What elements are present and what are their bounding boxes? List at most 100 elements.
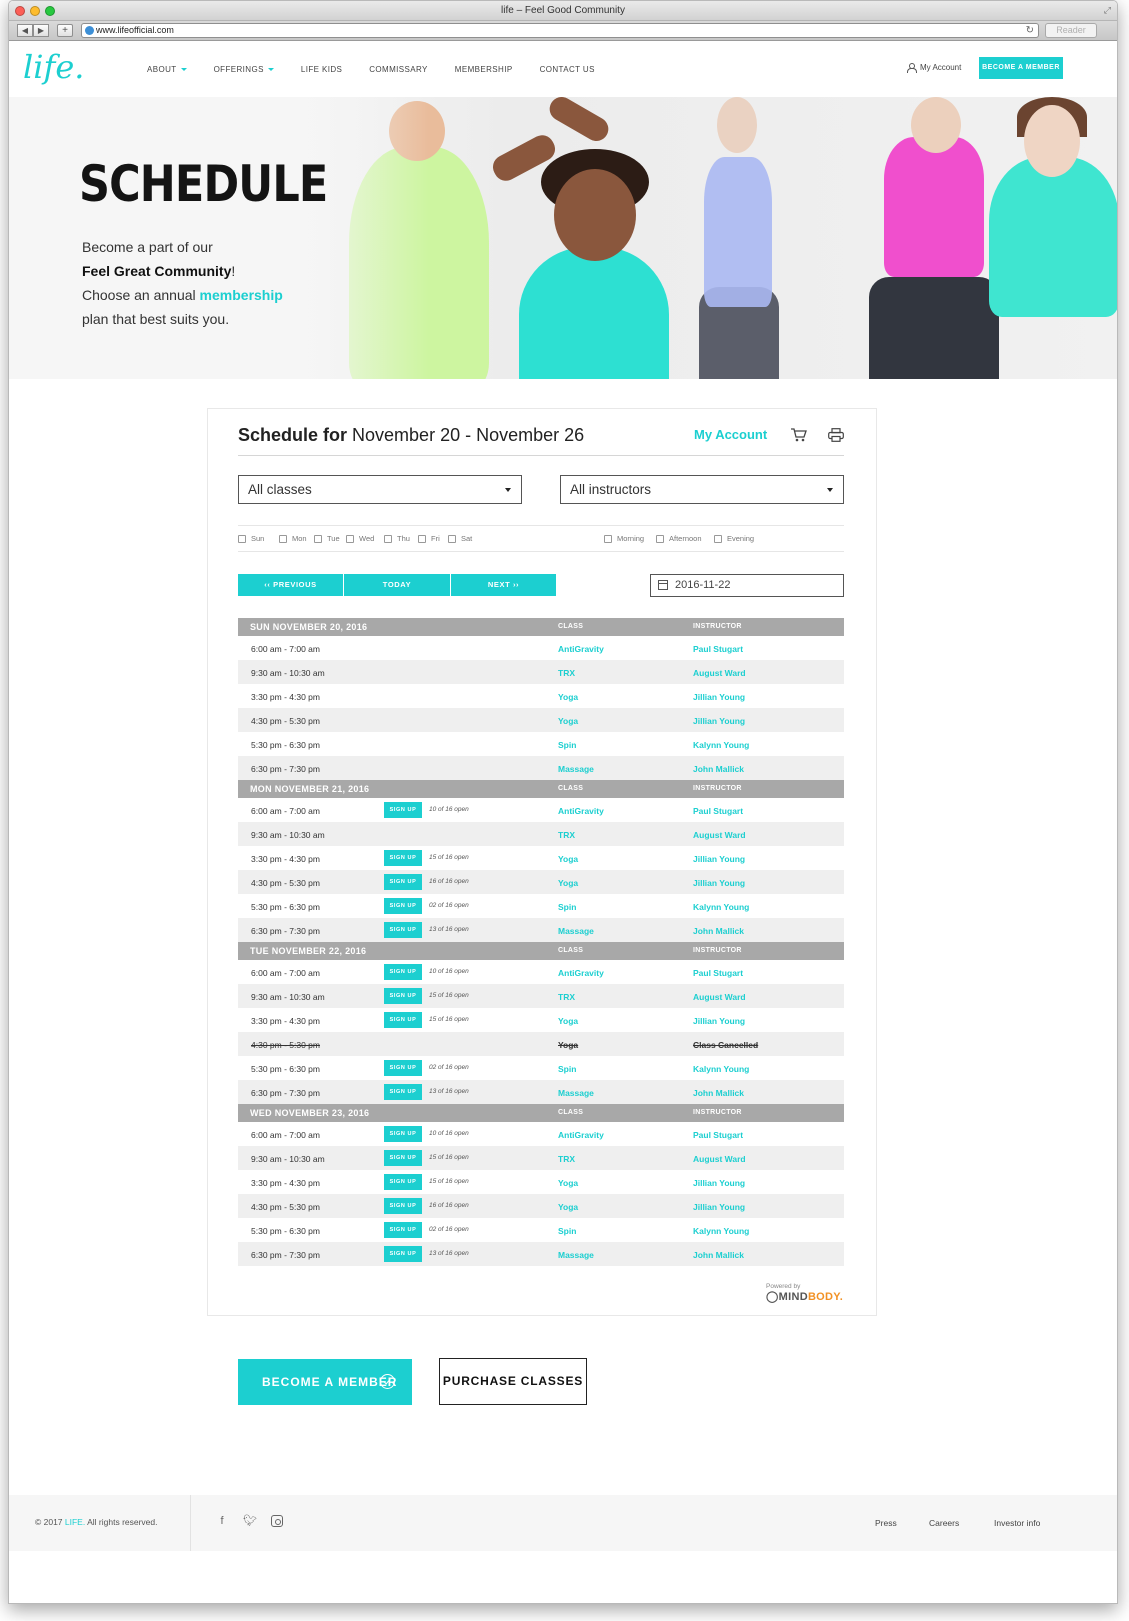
- class-name-link[interactable]: Yoga: [558, 716, 578, 726]
- sign-up-button[interactable]: SIGN UP: [384, 898, 422, 914]
- instructor-link[interactable]: John Mallick: [693, 1250, 744, 1260]
- footer-link-press[interactable]: Press: [875, 1518, 897, 1528]
- class-name-link[interactable]: Spin: [558, 1064, 576, 1074]
- class-name-link[interactable]: Yoga: [558, 1202, 578, 1212]
- become-member-button[interactable]: BECOME A MEMBER: [238, 1359, 412, 1405]
- forward-icon[interactable]: ▶: [33, 24, 49, 37]
- instructor-link[interactable]: Jillian Young: [693, 716, 745, 726]
- sign-up-button[interactable]: SIGN UP: [384, 850, 422, 866]
- instructor-link[interactable]: Paul Stugart: [693, 644, 743, 654]
- nav-item-offerings[interactable]: OFFERINGS: [214, 65, 274, 74]
- class-name-link[interactable]: Yoga: [558, 878, 578, 888]
- class-name-link[interactable]: Yoga: [558, 692, 578, 702]
- site-logo[interactable]: life.: [23, 48, 84, 86]
- date-picker-input[interactable]: 2016-11-22: [650, 574, 844, 597]
- checkbox[interactable]: [238, 534, 246, 543]
- new-tab-icon[interactable]: +: [57, 24, 73, 37]
- instructor-link[interactable]: August Ward: [693, 830, 746, 840]
- nav-item-membership[interactable]: MEMBERSHIP: [455, 65, 513, 74]
- instructor-link[interactable]: Paul Stugart: [693, 968, 743, 978]
- sign-up-button[interactable]: SIGN UP: [384, 1060, 422, 1076]
- day-filter-sat[interactable]: Sat: [448, 534, 472, 543]
- sign-up-button[interactable]: SIGN UP: [384, 922, 422, 938]
- previous-week-button[interactable]: ‹‹ PREVIOUS: [238, 574, 343, 596]
- time-filter-evening[interactable]: Evening: [714, 534, 754, 543]
- class-name-link[interactable]: AntiGravity: [558, 806, 604, 816]
- address-bar[interactable]: www.lifeofficial.com ↻: [81, 23, 1039, 38]
- checkbox[interactable]: [314, 534, 322, 543]
- checkbox[interactable]: [384, 534, 392, 543]
- footer-link-careers[interactable]: Careers: [929, 1518, 959, 1528]
- reader-button[interactable]: Reader: [1045, 23, 1097, 38]
- day-filter-sun[interactable]: Sun: [238, 534, 264, 543]
- checkbox[interactable]: [279, 534, 287, 543]
- instructor-link[interactable]: John Mallick: [693, 764, 744, 774]
- instructor-link[interactable]: Jillian Young: [693, 1178, 745, 1188]
- sign-up-button[interactable]: SIGN UP: [384, 1198, 422, 1214]
- class-name-link[interactable]: Massage: [558, 1088, 594, 1098]
- class-name-link[interactable]: Yoga: [558, 854, 578, 864]
- reload-icon[interactable]: ↻: [1026, 24, 1034, 37]
- footer-brand[interactable]: LIFE.: [65, 1517, 85, 1527]
- purchase-classes-button[interactable]: PURCHASE CLASSES: [439, 1358, 587, 1405]
- class-name-link[interactable]: Massage: [558, 764, 594, 774]
- instructor-link[interactable]: Kalynn Young: [693, 1226, 749, 1236]
- sign-up-button[interactable]: SIGN UP: [384, 1084, 422, 1100]
- day-filter-fri[interactable]: Fri: [418, 534, 440, 543]
- fullscreen-icon[interactable]: ⤢: [1104, 5, 1111, 16]
- instructor-link[interactable]: August Ward: [693, 992, 746, 1002]
- instructor-link[interactable]: Jillian Young: [693, 854, 745, 864]
- class-name-link[interactable]: AntiGravity: [558, 968, 604, 978]
- become-member-button-header[interactable]: BECOME A MEMBER: [979, 57, 1063, 79]
- class-name-link[interactable]: TRX: [558, 992, 575, 1002]
- checkbox[interactable]: [604, 534, 612, 543]
- sign-up-button[interactable]: SIGN UP: [384, 1150, 422, 1166]
- checkbox[interactable]: [418, 534, 426, 543]
- checkbox[interactable]: [656, 534, 664, 543]
- class-name-link[interactable]: AntiGravity: [558, 644, 604, 654]
- class-select[interactable]: All classes: [238, 475, 522, 504]
- class-name-link[interactable]: TRX: [558, 668, 575, 678]
- time-filter-afternoon[interactable]: Afternoon: [656, 534, 702, 543]
- day-filter-tue[interactable]: Tue: [314, 534, 340, 543]
- instructor-link[interactable]: August Ward: [693, 668, 746, 678]
- instructor-link[interactable]: Paul Stugart: [693, 806, 743, 816]
- twitter-icon[interactable]: 🐦︎: [243, 1515, 257, 1527]
- membership-link[interactable]: membership: [200, 287, 283, 303]
- sign-up-button[interactable]: SIGN UP: [384, 988, 422, 1004]
- class-name-link[interactable]: AntiGravity: [558, 1130, 604, 1140]
- instructor-link[interactable]: Kalynn Young: [693, 1064, 749, 1074]
- instructor-link[interactable]: Kalynn Young: [693, 740, 749, 750]
- print-icon[interactable]: [828, 428, 844, 442]
- instagram-icon[interactable]: [271, 1515, 283, 1527]
- class-name-link[interactable]: Spin: [558, 740, 576, 750]
- class-name-link[interactable]: Yoga: [558, 1016, 578, 1026]
- instructor-link[interactable]: John Mallick: [693, 1088, 744, 1098]
- time-filter-morning[interactable]: Morning: [604, 534, 644, 543]
- nav-item-life-kids[interactable]: LIFE KIDS: [301, 65, 342, 74]
- nav-item-commissary[interactable]: COMMISSARY: [369, 65, 428, 74]
- instructor-link[interactable]: Jillian Young: [693, 1202, 745, 1212]
- my-account-link[interactable]: My Account: [907, 63, 961, 73]
- instructor-select[interactable]: All instructors: [560, 475, 844, 504]
- day-filter-mon[interactable]: Mon: [279, 534, 307, 543]
- nav-item-contact-us[interactable]: CONTACT US: [540, 65, 595, 74]
- class-name-link[interactable]: Yoga: [558, 1178, 578, 1188]
- back-icon[interactable]: ◀: [17, 24, 33, 37]
- class-name-link[interactable]: Massage: [558, 1250, 594, 1260]
- sign-up-button[interactable]: SIGN UP: [384, 1012, 422, 1028]
- instructor-link[interactable]: August Ward: [693, 1154, 746, 1164]
- day-filter-wed[interactable]: Wed: [346, 534, 374, 543]
- nav-item-about[interactable]: ABOUT: [147, 65, 187, 74]
- checkbox[interactable]: [714, 534, 722, 543]
- sign-up-button[interactable]: SIGN UP: [384, 964, 422, 980]
- class-name-link[interactable]: Spin: [558, 1226, 576, 1236]
- sign-up-button[interactable]: SIGN UP: [384, 1222, 422, 1238]
- cart-icon[interactable]: [791, 428, 807, 442]
- schedule-my-account-link[interactable]: My Account: [694, 427, 767, 442]
- checkbox[interactable]: [448, 534, 456, 543]
- sign-up-button[interactable]: SIGN UP: [384, 874, 422, 890]
- instructor-link[interactable]: Paul Stugart: [693, 1130, 743, 1140]
- sign-up-button[interactable]: SIGN UP: [384, 802, 422, 818]
- instructor-link[interactable]: Jillian Young: [693, 692, 745, 702]
